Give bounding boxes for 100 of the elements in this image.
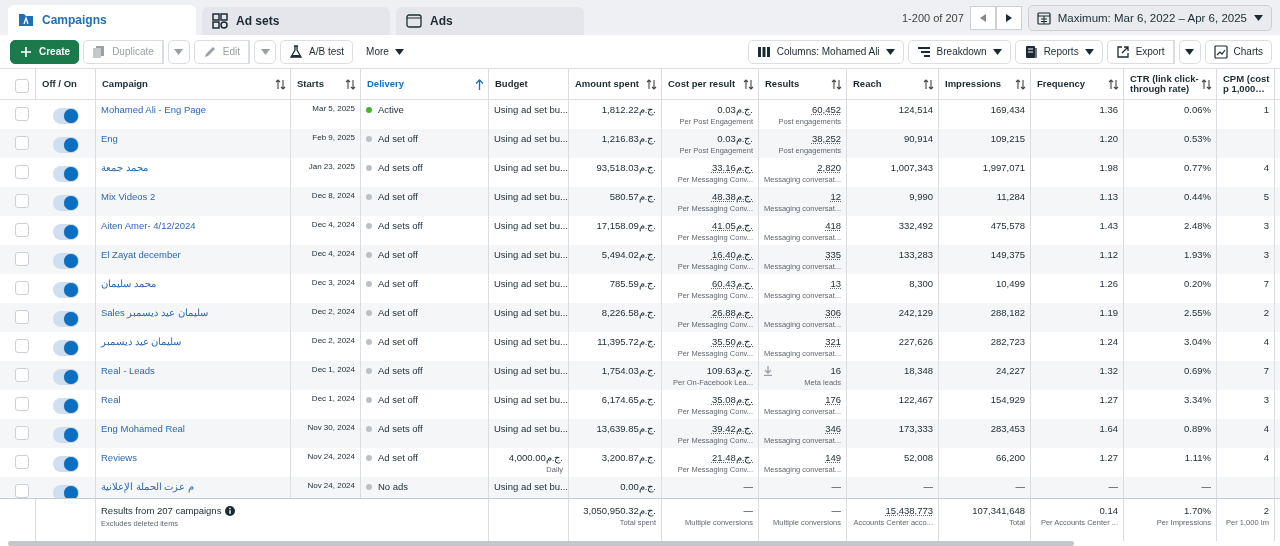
metric-value: — bbox=[743, 505, 753, 516]
column-header[interactable]: Delivery bbox=[361, 69, 489, 99]
tab[interactable]: Ads bbox=[396, 7, 584, 35]
column-header[interactable]: Frequency bbox=[1031, 69, 1124, 99]
metric-value: 227,626 bbox=[898, 336, 933, 347]
column-header[interactable]: Budget bbox=[489, 69, 569, 99]
checkbox[interactable] bbox=[14, 78, 29, 93]
toggle-switch[interactable] bbox=[52, 166, 79, 182]
toggle-switch[interactable] bbox=[52, 311, 79, 327]
toggle-switch[interactable] bbox=[52, 456, 79, 472]
column-header[interactable]: Impressions bbox=[939, 69, 1031, 99]
campaign-link[interactable]: Real - Leads bbox=[101, 365, 155, 376]
checkbox[interactable] bbox=[15, 165, 29, 179]
amount-spent: 17,158.09ج.م. bbox=[596, 220, 656, 231]
checkbox[interactable] bbox=[15, 194, 29, 208]
campaign-link[interactable]: Mix Videos 2 bbox=[101, 191, 156, 202]
toolbar-button[interactable]: Export bbox=[1106, 39, 1175, 64]
delivery-status: Ad sets off bbox=[378, 365, 423, 376]
metric-value: 3,050,950.32ج.م. bbox=[583, 505, 656, 516]
column-header[interactable]: CPM (cost p 1,000… bbox=[1217, 69, 1275, 99]
campaign-link[interactable]: محمد سليمان bbox=[101, 278, 156, 289]
metric-value: 0.53% bbox=[1184, 133, 1211, 144]
toolbar-button[interactable]: Create bbox=[10, 39, 80, 64]
campaign-link[interactable]: Aiten Amer- 4/12/2024 bbox=[101, 220, 196, 231]
campaign-link[interactable]: Mohamed Ali - Eng Page bbox=[101, 104, 207, 115]
metric-value: 346 bbox=[825, 423, 841, 434]
campaign-link[interactable]: Eng Mohamed Real bbox=[101, 423, 185, 434]
campaign-link[interactable]: Reviews bbox=[101, 452, 137, 463]
campaign-link[interactable]: سليمان عيد ديسمبر bbox=[101, 336, 182, 347]
date-range-button[interactable]: Maximum: Mar 6, 2022 – Apr 6, 2025 bbox=[1027, 4, 1272, 31]
metric-value: 1.32 bbox=[1099, 365, 1118, 376]
next-button[interactable] bbox=[995, 5, 1022, 30]
metric-value: 38,252 bbox=[811, 133, 841, 144]
checkbox[interactable] bbox=[15, 426, 29, 440]
checkbox[interactable] bbox=[15, 484, 29, 498]
toggle-switch[interactable] bbox=[52, 108, 79, 124]
toggle-switch[interactable] bbox=[52, 398, 79, 414]
toolbar-button[interactable]: Reports bbox=[1014, 39, 1103, 64]
column-header[interactable]: Reach bbox=[847, 69, 939, 99]
toggle-switch[interactable] bbox=[52, 340, 79, 356]
metric-value: — bbox=[831, 505, 841, 516]
toggle-switch[interactable] bbox=[52, 137, 79, 153]
metric-value: 173,333 bbox=[898, 423, 933, 434]
delivery-status: Ad set off bbox=[378, 191, 418, 202]
checkbox[interactable] bbox=[15, 136, 29, 150]
amount-spent: 1,216.83ج.م. bbox=[601, 133, 656, 144]
toggle-switch[interactable] bbox=[52, 253, 79, 269]
campaign-link[interactable]: Real bbox=[101, 394, 121, 405]
toggle-switch[interactable] bbox=[52, 485, 79, 498]
toggle-switch[interactable] bbox=[52, 282, 79, 298]
toggle-switch[interactable] bbox=[52, 195, 79, 211]
delivery-status: Ad sets off bbox=[378, 162, 423, 173]
campaign-link[interactable]: Sales سليمان عيد ديسمبر bbox=[101, 307, 208, 318]
checkbox[interactable] bbox=[15, 368, 29, 382]
column-header[interactable]: Cost per result bbox=[662, 69, 759, 99]
toolbar-button[interactable]: Breakdown bbox=[907, 39, 1011, 64]
column-header[interactable]: Off / On bbox=[36, 69, 96, 99]
tab[interactable]: Campaigns bbox=[8, 5, 196, 35]
metric-value: 1.36 bbox=[1099, 104, 1118, 115]
campaign-link[interactable]: Eng bbox=[101, 133, 118, 144]
scrollbar[interactable] bbox=[8, 541, 1074, 546]
amount-spent: 6,174.65ج.م. bbox=[601, 394, 656, 405]
column-header[interactable]: CTR (link click-through rate) bbox=[1124, 69, 1217, 99]
metric-value: 0.06% bbox=[1184, 104, 1211, 115]
start-date: Dec 8, 2024 bbox=[311, 191, 355, 200]
campaign-link[interactable]: El Zayat december bbox=[101, 249, 181, 260]
metric-value: 26.88ج.م. bbox=[711, 307, 753, 318]
toolbar-button[interactable]: A/B test bbox=[280, 39, 354, 64]
delivery-status: Ad set off bbox=[378, 133, 418, 144]
toggle-switch[interactable] bbox=[52, 427, 79, 443]
checkbox[interactable] bbox=[15, 107, 29, 121]
toggle-switch[interactable] bbox=[52, 224, 79, 240]
toggle-switch[interactable] bbox=[52, 369, 79, 385]
metric-value: 24,227 bbox=[995, 365, 1025, 376]
checkbox[interactable] bbox=[15, 223, 29, 237]
tab[interactable]: Ad sets bbox=[202, 7, 390, 35]
column-header[interactable]: Starts bbox=[291, 69, 361, 99]
amount-spent: 1,812.22ج.م. bbox=[601, 104, 656, 115]
campaign-link[interactable]: محمد جمعة bbox=[101, 162, 148, 173]
column-header[interactable]: Results bbox=[759, 69, 847, 99]
checkbox[interactable] bbox=[15, 252, 29, 266]
checkbox[interactable] bbox=[15, 310, 29, 324]
column-header[interactable]: Campaign bbox=[96, 69, 291, 99]
metric-value: 15,438,773 bbox=[885, 505, 933, 516]
campaign-link[interactable]: م عزت الحملة الإعلانية bbox=[101, 481, 194, 492]
metric-value: 35.08ج.م. bbox=[711, 394, 753, 405]
metric-value: — bbox=[831, 481, 841, 492]
checkbox[interactable] bbox=[15, 339, 29, 353]
toolbar-button[interactable]: Columns: Mohamed Ali bbox=[747, 39, 904, 64]
metric-value: 3.34% bbox=[1184, 394, 1211, 405]
checkbox[interactable] bbox=[15, 455, 29, 469]
metric-value: 1.19 bbox=[1099, 307, 1118, 318]
checkbox[interactable] bbox=[15, 397, 29, 411]
window-icon bbox=[406, 13, 422, 29]
toolbar-button[interactable]: Charts bbox=[1204, 39, 1272, 64]
metric-value: 0.03ج.م. bbox=[717, 104, 753, 115]
column-header[interactable]: Amount spent bbox=[569, 69, 662, 99]
dropdown-button[interactable] bbox=[1178, 39, 1201, 64]
metric-value: 35.50ج.م. bbox=[711, 336, 753, 347]
checkbox[interactable] bbox=[15, 281, 29, 295]
